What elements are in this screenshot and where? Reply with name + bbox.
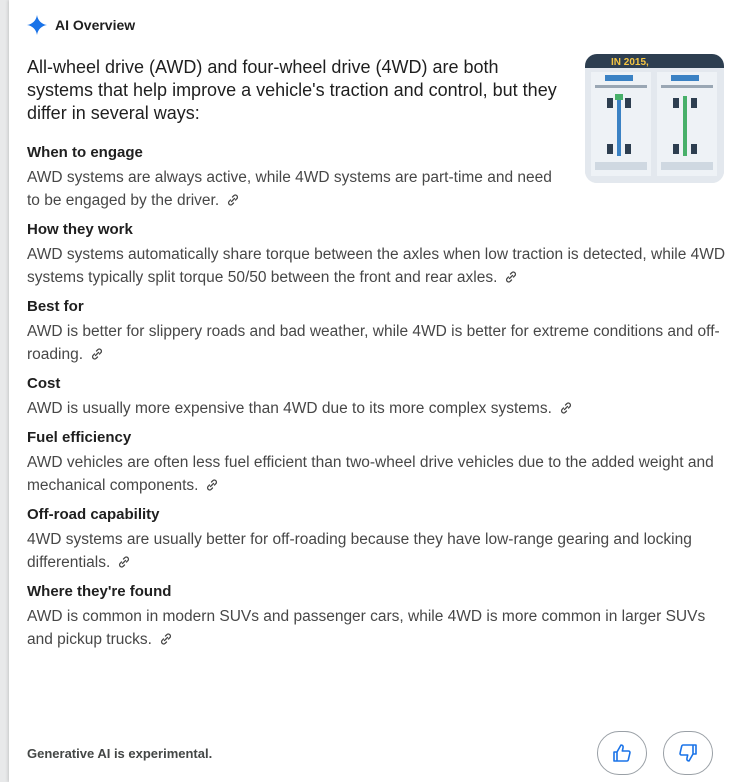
section-best-for: Best for AWD is better for slippery road… (27, 297, 727, 366)
section-fuel-efficiency: Fuel efficiency AWD vehicles are often l… (27, 428, 727, 497)
intro-paragraph: All-wheel drive (AWD) and four-wheel dri… (27, 57, 557, 123)
section-body: AWD is usually more expensive than 4WD d… (27, 400, 552, 417)
section-off-road-capability: Off-road capability 4WD systems are usua… (27, 505, 727, 574)
section-title: When to engage (27, 144, 143, 161)
sections-list: When to engage AWD systems are always ac… (27, 143, 727, 659)
section-where-found: Where they're found AWD is common in mod… (27, 582, 727, 651)
section-title: Best for (27, 298, 84, 315)
section-cost: Cost AWD is usually more expensive than … (27, 374, 727, 420)
section-title: Where they're found (27, 583, 172, 600)
link-icon[interactable] (160, 633, 172, 645)
ai-overview-card: AI Overview All-wheel drive (AWD) and fo… (9, 0, 740, 782)
thumbs-down-button[interactable] (663, 731, 713, 775)
thumbnail-caption: IN 2015, (611, 57, 649, 68)
section-body: AWD is common in modern SUVs and passeng… (27, 608, 706, 648)
section-body: AWD vehicles are often less fuel efficie… (27, 454, 714, 494)
link-icon[interactable] (91, 348, 103, 360)
experimental-disclaimer: Generative AI is experimental. (27, 746, 213, 761)
section-body: AWD is better for slippery roads and bad… (27, 323, 720, 363)
sparkle-icon (27, 15, 47, 35)
section-body: AWD systems are always active, while 4WD… (27, 169, 552, 209)
link-icon[interactable] (227, 194, 239, 206)
ai-overview-title: AI Overview (55, 17, 136, 33)
ai-overview-header: AI Overview (27, 14, 135, 36)
section-how-they-work: How they work AWD systems automatically … (27, 220, 727, 289)
section-title: Cost (27, 375, 61, 392)
section-title: Fuel efficiency (27, 429, 132, 446)
link-icon[interactable] (118, 556, 130, 568)
link-icon[interactable] (505, 271, 517, 283)
link-icon[interactable] (560, 402, 572, 414)
section-title: Off-road capability (27, 506, 160, 523)
thumbs-up-icon (613, 744, 631, 762)
thumbs-up-button[interactable] (597, 731, 647, 775)
section-when-to-engage: When to engage AWD systems are always ac… (27, 143, 727, 212)
thumbs-down-icon (679, 744, 697, 762)
link-icon[interactable] (206, 479, 218, 491)
section-title: How they work (27, 221, 133, 238)
section-body: AWD systems automatically share torque b… (27, 246, 726, 286)
